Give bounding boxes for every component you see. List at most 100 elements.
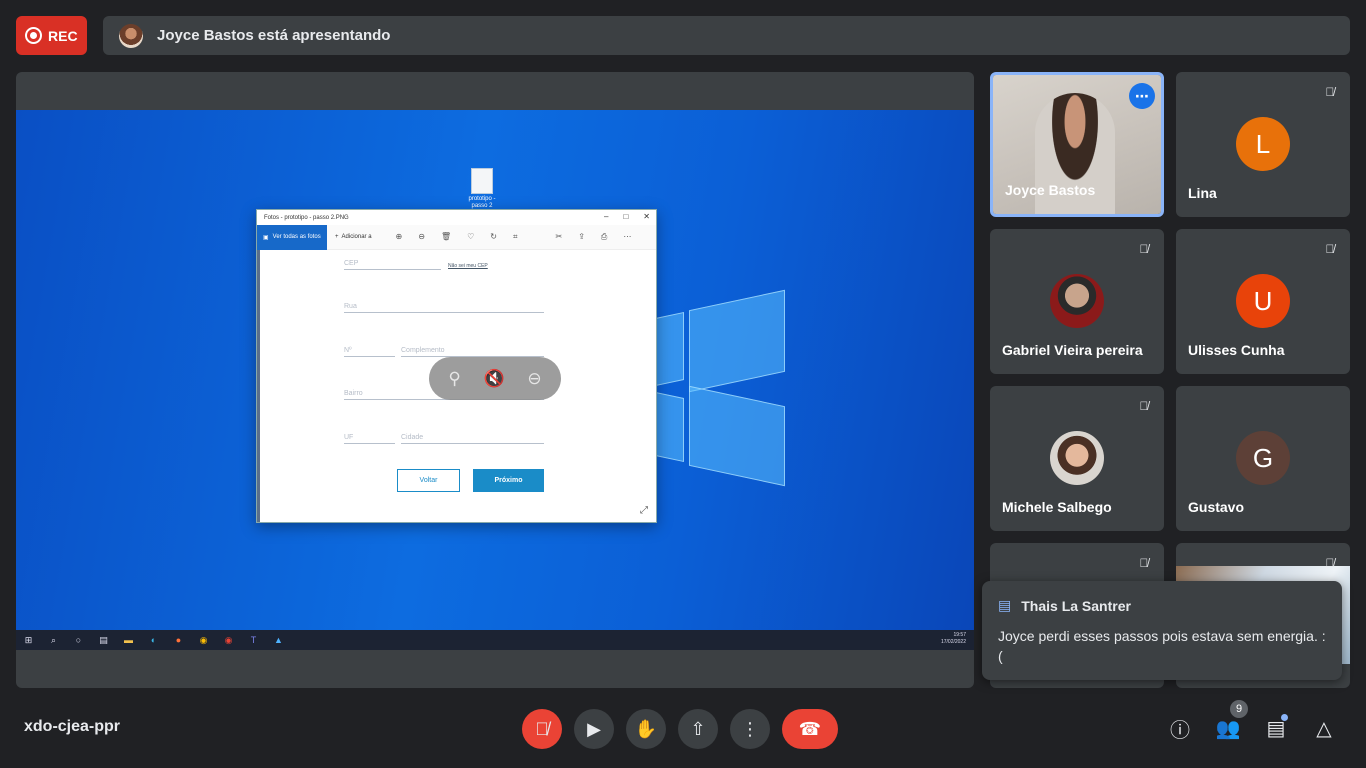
cep-field: CEP	[344, 260, 441, 270]
next-button: Próximo	[473, 469, 544, 492]
desktop-file-label: prototipo - passo 2	[468, 196, 496, 209]
expand-icon[interactable]: ⤢	[640, 505, 648, 516]
mic-off-icon: 🎙̸	[1139, 399, 1149, 413]
firefox-icon[interactable]: ●	[172, 634, 185, 647]
share-icon[interactable]: ⇪	[578, 232, 585, 242]
crop-icon[interactable]: ⌗	[513, 232, 518, 242]
remove-icon[interactable]: ⊖	[527, 369, 541, 389]
mic-off-icon: 🎙̸	[1139, 556, 1149, 570]
info-icon: ⓘ	[1170, 719, 1190, 742]
photos-app-icon[interactable]: ▲	[272, 634, 285, 647]
participant-name: Ulisses Cunha	[1188, 342, 1285, 358]
mic-off-icon: 🎙̸	[1325, 242, 1335, 256]
participant-tile-ulisses[interactable]: 🎙̸ U Ulisses Cunha	[1176, 229, 1350, 374]
camera-toggle-button[interactable]: ▶	[574, 709, 614, 749]
view-all-photos-button[interactable]: ▣ Ver todas as fotos	[257, 224, 327, 250]
state-field: UF	[344, 434, 395, 444]
mic-off-icon: 🎙̸	[1325, 85, 1335, 99]
meeting-details-button[interactable]: ⓘ	[1165, 713, 1195, 743]
start-icon[interactable]: ⊞	[22, 634, 35, 647]
plus-icon: +	[335, 234, 339, 240]
participant-tile-michele[interactable]: 🎙̸ Michele Salbego	[990, 386, 1164, 531]
people-icon: 👥	[1215, 717, 1241, 740]
clock-date: 17/02/2022	[940, 639, 966, 645]
mic-off-icon: 🎙̸	[535, 718, 549, 739]
zoom-in-icon[interactable]: ⊕	[396, 232, 403, 242]
participant-name: Joyce Bastos	[1005, 182, 1096, 198]
leave-call-button[interactable]: ☎	[782, 709, 838, 749]
mic-off-icon: 🎙̸	[1325, 556, 1335, 570]
search-icon[interactable]: ⌕	[47, 634, 60, 647]
activities-button[interactable]: △	[1309, 713, 1339, 743]
street-field: Rua	[344, 303, 544, 313]
mic-off-icon: 🎙̸	[1139, 242, 1149, 256]
avatar: G	[1236, 431, 1290, 485]
number-field: Nº	[344, 347, 395, 357]
windows-logo	[646, 289, 786, 487]
avatar	[1050, 274, 1104, 328]
more-options-icon[interactable]: ⋯	[1129, 83, 1155, 109]
participant-name: Gustavo	[1188, 499, 1245, 515]
presenting-text: Joyce Bastos está apresentando	[157, 27, 391, 44]
favorite-icon[interactable]: ♡	[467, 232, 474, 242]
more-icon[interactable]: ⋯	[623, 232, 631, 242]
maximize-icon[interactable]: □	[623, 212, 628, 221]
windows-desktop: prototipo - passo 2 Fotos - prototipo - …	[16, 110, 974, 650]
participant-tile-gabriel[interactable]: 🎙̸ Gabriel Vieira pereira	[990, 229, 1164, 374]
image-icon: ▣	[263, 234, 269, 241]
add-to-label: Adicionar a	[341, 234, 372, 240]
unpin-icon[interactable]: ⚲	[448, 369, 460, 389]
cortana-icon[interactable]: ○	[72, 634, 85, 647]
presenting-banner: Joyce Bastos está apresentando	[103, 16, 1350, 55]
edge-icon[interactable]: ◐	[147, 634, 160, 647]
delete-icon[interactable]: 🗑	[441, 232, 451, 242]
participant-name: Lina	[1188, 185, 1217, 201]
chat-message: Joyce perdi esses passos pois estava sem…	[998, 628, 1326, 664]
recording-indicator[interactable]: REC	[16, 16, 87, 55]
file-explorer-icon[interactable]: ▬	[122, 634, 135, 647]
participant-video-person	[1035, 93, 1115, 214]
chat-sender: Thais La Santrer	[1021, 597, 1131, 614]
mute-audio-icon[interactable]: 🔇	[484, 369, 505, 389]
desktop-file-icon[interactable]	[471, 168, 493, 194]
photos-titlebar: Fotos - prototipo - passo 2.PNG – □ ✕	[257, 210, 656, 225]
photos-title: Fotos - prototipo - passo 2.PNG	[264, 214, 349, 221]
chrome-icon[interactable]: ◉	[197, 634, 210, 647]
more-options-button[interactable]: ⋮	[730, 709, 770, 749]
screen-share-controls: ⚲ 🔇 ⊖	[429, 357, 561, 400]
zoom-out-icon[interactable]: ⊖	[418, 232, 425, 242]
print-icon[interactable]: ⎙	[601, 232, 607, 242]
minimize-icon[interactable]: –	[604, 212, 608, 221]
photos-toolbar: ▣ Ver todas as fotos + Adicionar a ⊕ ⊖ 🗑…	[257, 224, 656, 250]
edit-icon[interactable]: ✂	[556, 232, 563, 242]
task-view-icon[interactable]: ▤	[97, 634, 110, 647]
rec-label: REC	[48, 27, 78, 44]
chrome-dev-icon[interactable]: ◉	[222, 634, 235, 647]
chat-message-icon: ▤	[998, 597, 1012, 613]
hand-icon: ✋	[634, 718, 658, 739]
raise-hand-button[interactable]: ✋	[626, 709, 666, 749]
city-field: Cidade	[401, 434, 544, 444]
camera-icon: ▶	[587, 718, 601, 739]
shared-screen: prototipo - passo 2 Fotos - prototipo - …	[16, 72, 974, 688]
avatar: L	[1236, 117, 1290, 171]
teams-icon[interactable]: T	[247, 634, 260, 647]
participant-tile-joyce[interactable]: ⋯ Joyce Bastos	[990, 72, 1164, 217]
meeting-code: xdo-cjea-ppr	[24, 718, 121, 735]
present-screen-button[interactable]: ⇧	[678, 709, 718, 749]
chat-notification[interactable]: ▤ Thais La Santrer Joyce perdi esses pas…	[982, 581, 1342, 680]
add-to-button[interactable]: + Adicionar a	[327, 234, 372, 240]
people-count-badge: 9	[1230, 700, 1248, 718]
rotate-icon[interactable]: ↻	[490, 232, 497, 242]
mic-toggle-button[interactable]: 🎙̸	[522, 709, 562, 749]
more-vert-icon: ⋮	[741, 718, 759, 739]
record-icon	[25, 27, 42, 44]
participant-name: Michele Salbego	[1002, 499, 1112, 515]
participant-tile-gustavo[interactable]: G Gustavo	[1176, 386, 1350, 531]
avatar	[1050, 431, 1104, 485]
close-icon[interactable]: ✕	[643, 212, 650, 221]
unread-indicator	[1281, 714, 1288, 721]
participant-tile-lina[interactable]: 🎙̸ L Lina	[1176, 72, 1350, 217]
present-icon: ⇧	[690, 718, 706, 739]
taskbar-clock: 19:57 17/02/2022	[941, 632, 966, 646]
